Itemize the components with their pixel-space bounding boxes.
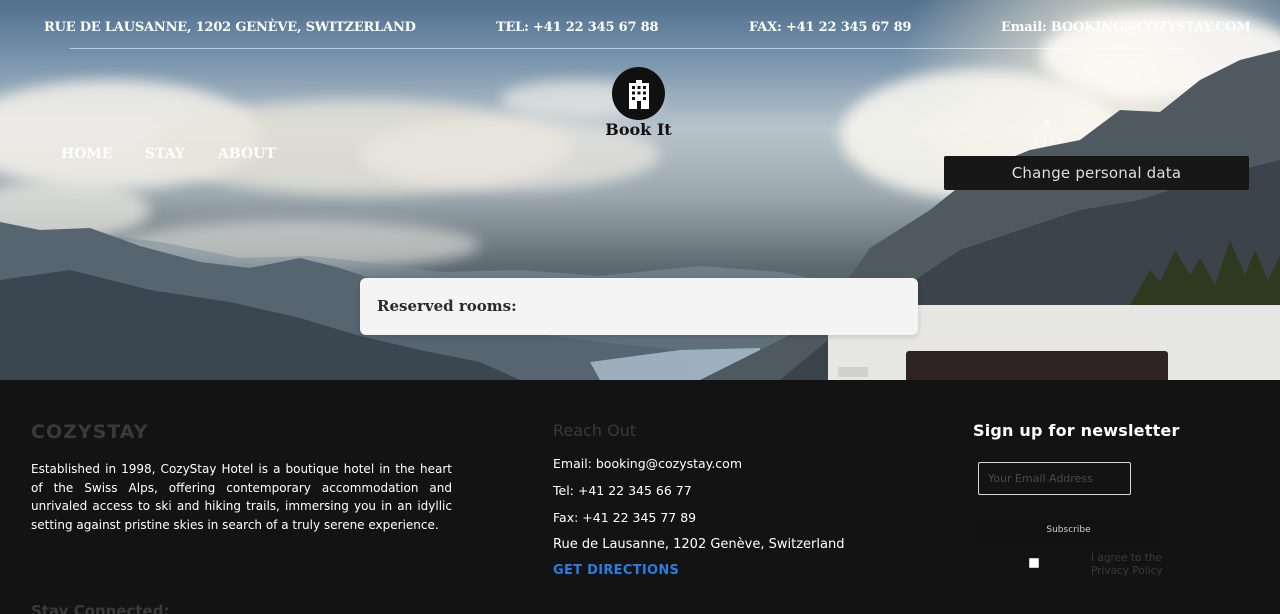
newsletter-heading: Sign up for newsletter — [973, 421, 1180, 440]
nav-home[interactable]: HOME — [61, 146, 113, 162]
topbar-email[interactable]: Email: BOOKING@COZYSTAY.COM — [1001, 20, 1251, 38]
privacy-agree-label: I agree to the Privacy Policy — [1091, 552, 1163, 577]
footer-about-text: Established in 1998, CozyStay Hotel is a… — [31, 462, 452, 532]
contact-email[interactable]: Email: booking@cozystay.com — [553, 456, 742, 471]
logo-text[interactable]: Book It — [580, 120, 697, 139]
terrace-bench — [838, 367, 868, 377]
newsletter-email-input[interactable] — [978, 462, 1131, 495]
hotel-building-icon — [628, 79, 649, 109]
change-personal-data-button[interactable]: Change personal data — [944, 156, 1249, 190]
footer: COZYSTAY Established in 1998, CozyStay H… — [0, 380, 1280, 614]
reserved-rooms-card: Reserved rooms: — [360, 278, 918, 335]
nav-about[interactable]: ABOUT — [218, 146, 276, 162]
subscribe-button[interactable]: Subscribe — [973, 516, 1164, 544]
privacy-checkbox[interactable] — [1029, 558, 1039, 568]
topbar-phone[interactable]: TEL: +41 22 345 67 88 — [496, 20, 659, 38]
topbar-divider — [70, 48, 1185, 49]
reach-out-heading: Reach Out — [553, 421, 637, 440]
stay-connected-heading: Stay Connected: — [31, 602, 170, 614]
footer-brand: COZYSTAY — [31, 421, 149, 443]
contact-fax: Fax: +41 22 345 77 89 — [553, 510, 697, 525]
contact-phone[interactable]: Tel: +41 22 345 66 77 — [553, 483, 692, 498]
nav-stay[interactable]: STAY — [145, 146, 185, 162]
logo[interactable] — [612, 67, 665, 120]
topbar-address: RUE DE LAUSANNE, 1202 GENÈVE, SWITZERLAN… — [44, 20, 416, 35]
topbar-fax: FAX: +41 22 345 67 89 — [749, 20, 912, 35]
get-directions-link[interactable]: GET DIRECTIONS — [553, 563, 679, 578]
reserved-rooms-title: Reserved rooms: — [377, 297, 517, 315]
contact-address: Rue de Lausanne, 1202 Genève, Switzerlan… — [553, 537, 845, 552]
terrace-window — [906, 351, 1168, 380]
